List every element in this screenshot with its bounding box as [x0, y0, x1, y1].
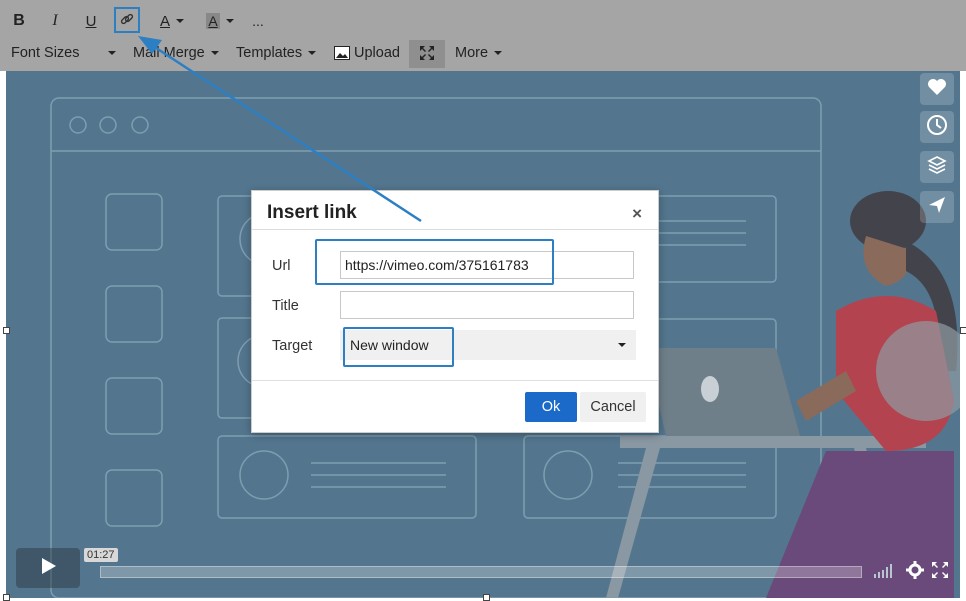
templates-dropdown[interactable]: Templates — [236, 45, 317, 61]
fullscreen-video-icon[interactable] — [932, 562, 948, 583]
like-button[interactable] — [920, 73, 954, 105]
background-color-button[interactable]: A — [200, 8, 240, 34]
dialog-footer: Ok Cancel — [252, 380, 658, 432]
progress-bar[interactable] — [100, 566, 862, 578]
url-label: Url — [272, 258, 291, 274]
underline-button[interactable]: U — [80, 8, 102, 34]
layers-icon — [927, 155, 947, 180]
insert-link-dialog: Insert link × Url Title Target New windo… — [251, 190, 659, 433]
font-sizes-label: Font Sizes — [11, 45, 80, 61]
font-color-button[interactable]: A — [152, 8, 192, 34]
target-label: Target — [272, 338, 313, 354]
italic-button[interactable]: I — [44, 8, 66, 34]
send-icon — [927, 195, 947, 220]
clock-icon — [926, 114, 948, 141]
dialog-header: Insert link × — [252, 191, 658, 230]
cancel-button[interactable]: Cancel — [580, 392, 646, 422]
settings-gear-icon[interactable] — [906, 561, 924, 584]
close-icon[interactable]: × — [632, 204, 642, 224]
heart-icon — [927, 78, 947, 101]
resize-handle-right[interactable] — [960, 327, 966, 334]
font-color-label: A — [159, 12, 170, 30]
title-label: Title — [272, 298, 299, 314]
title-field[interactable] — [340, 291, 634, 319]
chevron-down-icon — [107, 51, 116, 56]
templates-label: Templates — [236, 45, 303, 61]
chevron-down-icon — [308, 51, 317, 56]
more-dropdown[interactable]: More — [455, 45, 503, 61]
chevron-down-icon — [618, 343, 626, 347]
play-button[interactable] — [16, 548, 80, 588]
video-player-controls: 01:27 — [16, 548, 956, 590]
resize-handle-left[interactable] — [3, 327, 10, 334]
ok-button[interactable]: Ok — [525, 392, 577, 422]
chevron-down-icon — [494, 51, 503, 56]
target-highlight-box — [343, 327, 454, 367]
watch-later-button[interactable] — [920, 111, 954, 143]
toolbar-row-formatting: B I U A A ... — [0, 4, 966, 38]
chevron-down-icon — [210, 51, 219, 56]
share-button[interactable] — [920, 191, 954, 223]
dialog-title: Insert link — [267, 202, 357, 223]
fullscreen-icon — [419, 45, 435, 64]
editor-toolbar: B I U A A ... Font Sizes Mail Merge Temp… — [0, 0, 966, 71]
upload-button[interactable]: Upload — [334, 45, 400, 61]
video-timestamp: 01:27 — [84, 548, 118, 562]
bold-button[interactable]: B — [8, 8, 30, 34]
link-button[interactable] — [114, 7, 140, 33]
collections-button[interactable] — [920, 151, 954, 183]
font-sizes-dropdown[interactable]: Font Sizes — [11, 45, 116, 61]
chevron-down-icon — [225, 19, 234, 23]
bg-color-label: A — [206, 13, 220, 29]
volume-icon[interactable] — [874, 562, 898, 583]
fullscreen-button[interactable] — [409, 40, 445, 68]
mail-merge-dropdown[interactable]: Mail Merge — [133, 45, 219, 61]
mail-merge-label: Mail Merge — [133, 45, 205, 61]
more-label: More — [455, 45, 489, 61]
url-highlight-box — [315, 239, 554, 285]
link-icon — [119, 11, 135, 30]
play-icon — [38, 556, 58, 581]
upload-label: Upload — [354, 45, 400, 61]
toolbar-row-insert: Font Sizes Mail Merge Templates Upload M… — [0, 38, 966, 70]
more-formatting-button[interactable]: ... — [248, 8, 268, 34]
chevron-down-icon — [176, 19, 184, 23]
image-icon — [334, 46, 350, 60]
